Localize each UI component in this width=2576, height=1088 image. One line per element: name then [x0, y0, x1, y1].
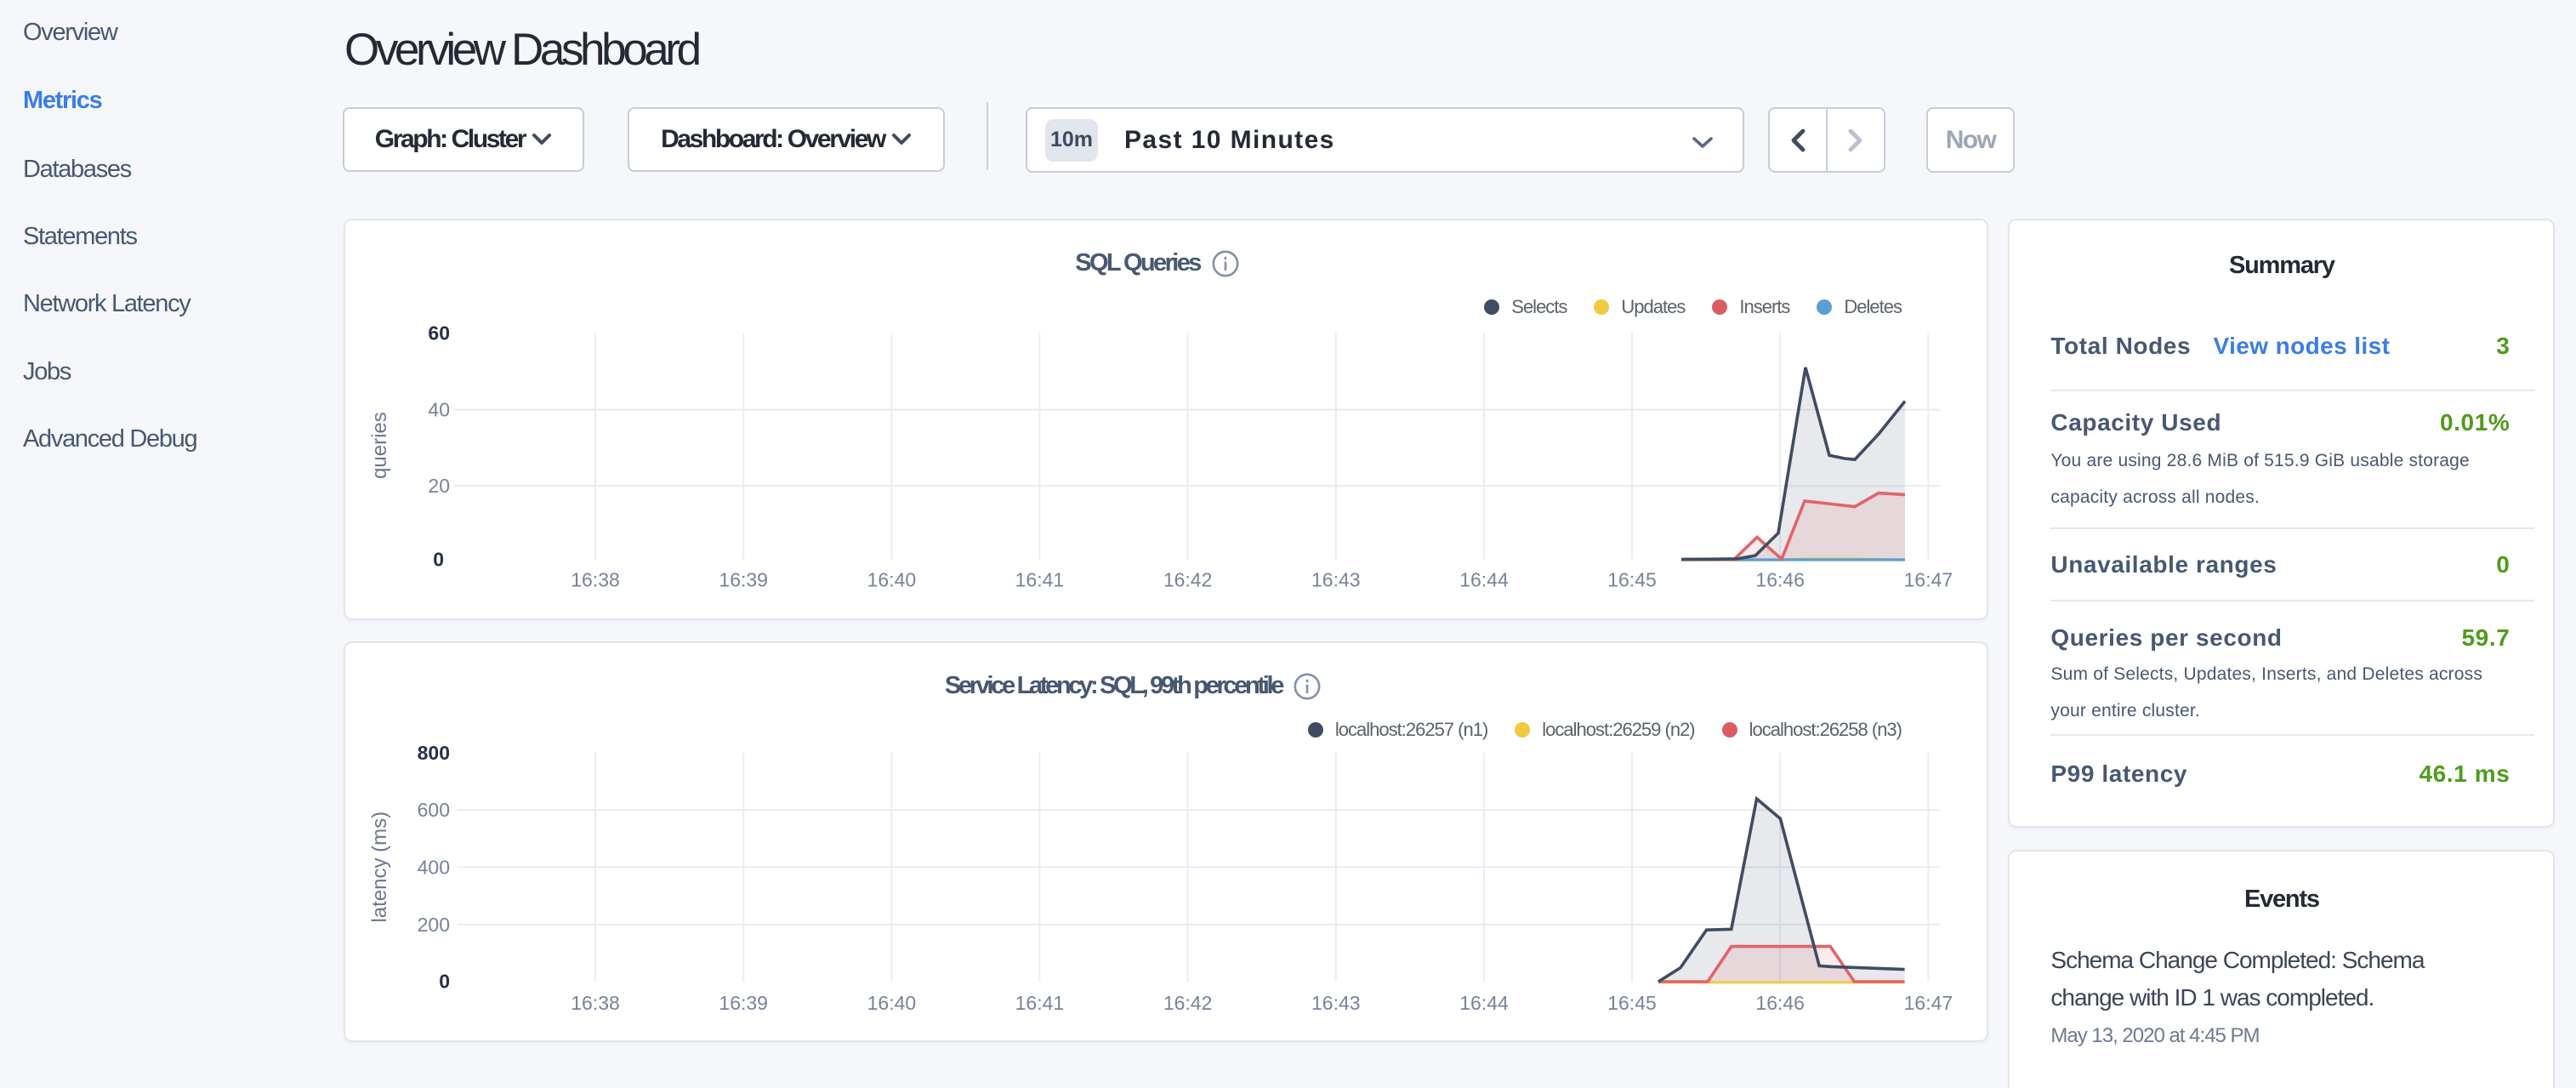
svg-text:16:38: 16:38 [571, 569, 620, 591]
svg-text:16:43: 16:43 [1311, 569, 1361, 591]
svg-text:16:47: 16:47 [1904, 569, 1953, 591]
svg-text:16:41: 16:41 [1015, 569, 1065, 591]
svg-text:16:45: 16:45 [1607, 992, 1657, 1014]
svg-text:16:40: 16:40 [867, 569, 917, 591]
svg-text:16:43: 16:43 [1311, 992, 1361, 1014]
svg-text:16:44: 16:44 [1459, 992, 1509, 1014]
svg-text:400: 400 [418, 856, 450, 878]
svg-text:20: 20 [428, 475, 450, 497]
svg-text:16:42: 16:42 [1163, 992, 1213, 1014]
svg-text:0: 0 [433, 549, 444, 571]
svg-text:40: 40 [428, 399, 450, 421]
svg-text:16:41: 16:41 [1015, 992, 1065, 1014]
svg-text:60: 60 [428, 322, 450, 345]
svg-text:16:39: 16:39 [719, 992, 768, 1014]
svg-text:queries: queries [368, 413, 391, 480]
svg-text:latency (ms): latency (ms) [368, 812, 391, 923]
svg-text:200: 200 [418, 914, 450, 936]
svg-text:0: 0 [439, 971, 450, 993]
svg-text:16:45: 16:45 [1607, 569, 1657, 591]
svg-text:16:38: 16:38 [571, 992, 620, 1014]
svg-text:16:39: 16:39 [719, 569, 768, 591]
svg-text:16:42: 16:42 [1163, 569, 1213, 591]
svg-text:16:46: 16:46 [1755, 569, 1805, 591]
svg-text:600: 600 [418, 799, 450, 821]
svg-text:16:46: 16:46 [1755, 992, 1805, 1014]
svg-text:800: 800 [418, 742, 450, 764]
svg-text:16:44: 16:44 [1459, 569, 1509, 591]
svg-text:16:47: 16:47 [1904, 992, 1953, 1014]
svg-text:16:40: 16:40 [867, 992, 917, 1014]
